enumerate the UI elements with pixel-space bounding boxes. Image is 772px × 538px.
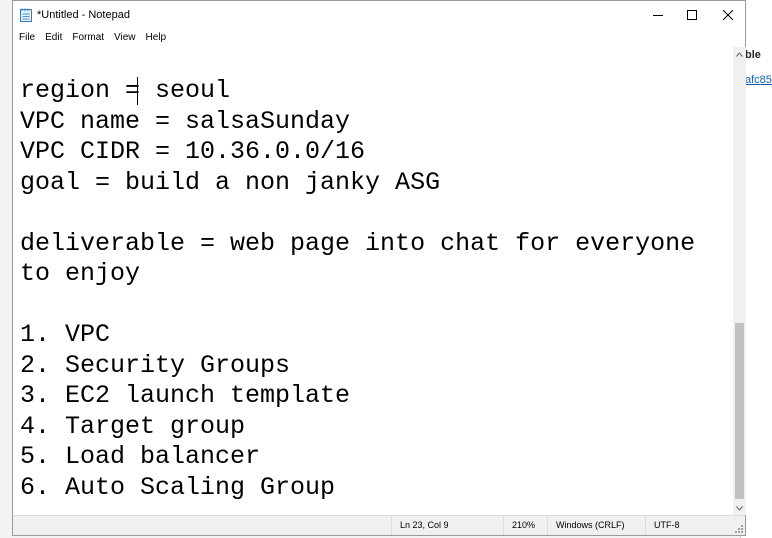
close-icon (723, 10, 733, 20)
maximize-icon (687, 10, 697, 20)
title-bar[interactable]: *Untitled - Notepad (13, 1, 745, 29)
status-bar: Ln 23, Col 9 210% Windows (CRLF) UTF-8 (13, 515, 745, 535)
notepad-icon (20, 8, 32, 22)
menu-edit[interactable]: Edit (40, 31, 67, 45)
notepad-window: *Untitled - Notepad File Edit Format Vie… (12, 0, 746, 536)
menu-format[interactable]: Format (67, 31, 109, 45)
scroll-up-button[interactable] (733, 47, 746, 61)
chevron-up-icon (736, 51, 743, 57)
minimize-icon (653, 15, 663, 16)
background-window-link[interactable]: afc85 (745, 74, 772, 86)
zoom-level: 210% (503, 516, 547, 535)
line-endings: Windows (CRLF) (547, 516, 645, 535)
scroll-thumb[interactable] (735, 323, 744, 499)
menu-view[interactable]: View (109, 31, 141, 45)
minimize-button[interactable] (641, 1, 675, 29)
menu-help[interactable]: Help (141, 31, 172, 45)
chevron-down-icon (736, 505, 743, 511)
text-cursor (137, 77, 138, 105)
maximize-button[interactable] (675, 1, 709, 29)
vertical-scrollbar[interactable] (733, 47, 746, 515)
background-window-heading: ble (745, 49, 761, 61)
menu-file[interactable]: File (14, 31, 40, 45)
window-title: *Untitled - Notepad (37, 9, 130, 21)
desktop: ble afc85 *Untitled - Notepad File Edit … (0, 0, 772, 538)
encoding: UTF-8 (645, 516, 745, 535)
cursor-position: Ln 23, Col 9 (391, 516, 503, 535)
editor-text[interactable]: region = seoul VPC name = salsaSunday VP… (20, 76, 695, 503)
resize-grip-icon[interactable] (734, 524, 744, 534)
scroll-down-button[interactable] (733, 501, 746, 515)
menu-bar: File Edit Format View Help (13, 29, 745, 47)
close-button[interactable] (711, 1, 745, 29)
text-editor[interactable]: region = seoul VPC name = salsaSunday VP… (13, 47, 733, 515)
